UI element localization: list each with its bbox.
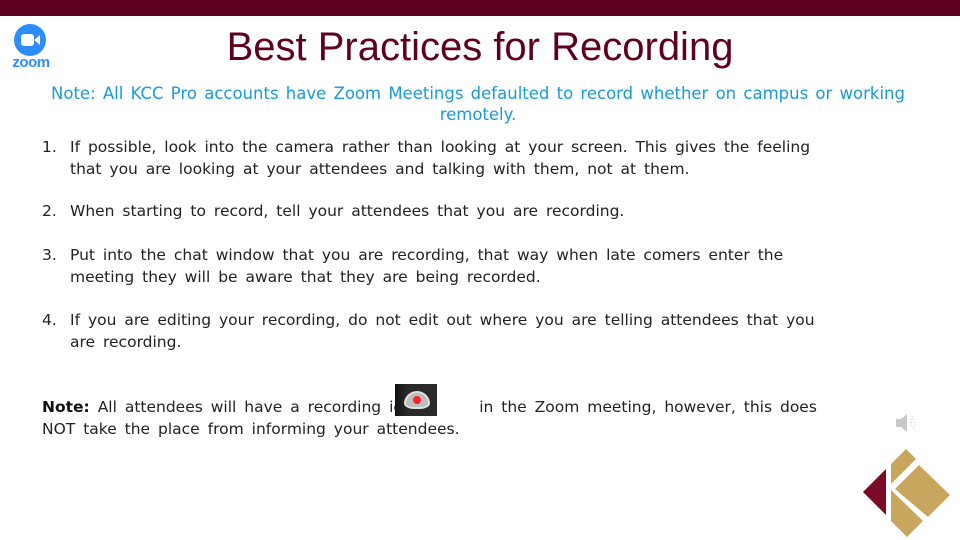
list-item-number: 4. — [42, 311, 57, 329]
list-item: 1. If possible, look into the camera rat… — [42, 136, 842, 180]
list-item-text: If you are editing your recording, do no… — [70, 311, 815, 351]
list-item-text: If possible, look into the camera rather… — [70, 138, 811, 178]
list-item-text: Put into the chat window that you are re… — [70, 246, 784, 286]
top-color-band — [0, 0, 960, 16]
bottom-note-text-before: All attendees will have a recording icon — [97, 398, 422, 416]
list-item-number: 3. — [42, 246, 57, 264]
speaker-cone — [896, 414, 907, 432]
list-item-number: 2. — [42, 202, 57, 220]
practices-list: 1. If possible, look into the camera rat… — [42, 136, 842, 353]
bottom-note: Note: All attendees will have a recordin… — [42, 384, 822, 440]
list-item-number: 1. — [42, 138, 57, 156]
list-item: 3. Put into the chat window that you are… — [42, 244, 842, 288]
recording-indicator-icon — [395, 384, 438, 416]
list-item: 2. When starting to record, tell your at… — [42, 200, 842, 222]
bottom-note-label: Note: — [42, 398, 90, 416]
sound-wave-inner — [909, 418, 913, 428]
kcc-logo — [863, 449, 950, 537]
top-note: Note: All KCC Pro accounts have Zoom Mee… — [51, 84, 905, 124]
slide-title: Best Practices for Recording — [226, 25, 734, 69]
kcc-logo-maroon-triangle — [863, 469, 886, 515]
speaker-icon[interactable] — [893, 410, 919, 436]
list-item-text: When starting to record, tell your atten… — [70, 202, 625, 220]
list-item: 4. If you are editing your recording, do… — [42, 309, 842, 353]
sound-wave-outer — [911, 415, 916, 431]
